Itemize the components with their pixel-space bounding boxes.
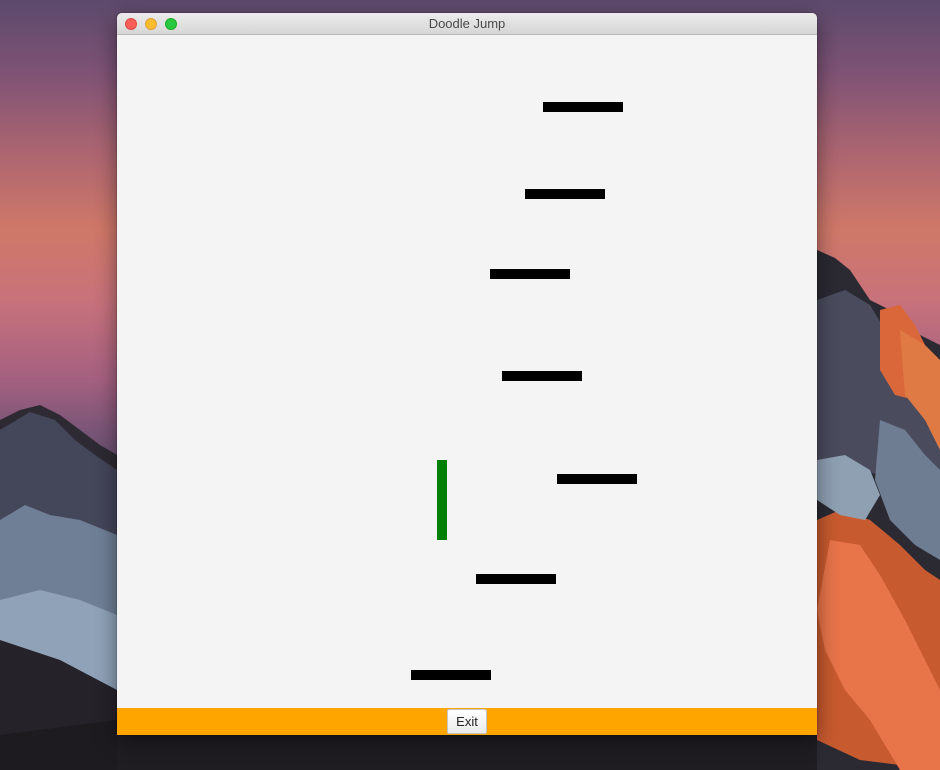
exit-button[interactable]: Exit — [447, 709, 487, 734]
platform — [543, 102, 623, 112]
platform — [476, 574, 556, 584]
platform — [525, 189, 605, 199]
game-window: Doodle Jump Exit — [117, 13, 817, 735]
platform — [557, 474, 637, 484]
platform — [502, 371, 582, 381]
title-bar[interactable]: Doodle Jump — [117, 13, 817, 35]
platform — [490, 269, 570, 279]
desktop-background: Doodle Jump Exit — [0, 0, 940, 770]
platform — [411, 670, 491, 680]
window-title: Doodle Jump — [428, 16, 506, 31]
game-canvas[interactable] — [117, 35, 817, 708]
footer-bar: Exit — [117, 708, 817, 735]
doodle-player — [437, 460, 447, 540]
